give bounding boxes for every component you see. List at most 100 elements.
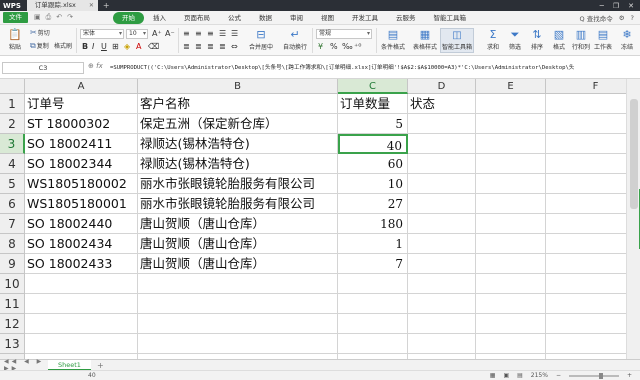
- freeze-button[interactable]: ❄ 冻结: [614, 28, 640, 51]
- cell-b9[interactable]: 唐山贺顺（唐山仓库）: [138, 254, 338, 274]
- page-layout-icon[interactable]: ▣: [503, 372, 509, 379]
- menu-cloud[interactable]: 云服务: [387, 12, 425, 24]
- row-header[interactable]: 13: [0, 334, 25, 354]
- menu-developer[interactable]: 开发工具: [343, 12, 387, 24]
- clear-format-icon[interactable]: ⌫: [148, 42, 159, 51]
- align-center-icon[interactable]: ≣: [195, 42, 202, 51]
- cell-b10[interactable]: [138, 274, 338, 294]
- align-left-text-icon[interactable]: ≣: [183, 42, 190, 51]
- border-icon[interactable]: ⊞: [112, 42, 119, 51]
- font-color-icon[interactable]: A: [136, 42, 141, 51]
- cell-c3[interactable]: 40: [338, 134, 408, 154]
- cell-e8[interactable]: [476, 234, 546, 254]
- cell-a10[interactable]: [25, 274, 138, 294]
- cell-c13[interactable]: [338, 334, 408, 354]
- align-top-icon[interactable]: ≡: [183, 29, 190, 38]
- help-icon[interactable]: ?: [631, 14, 634, 22]
- copy-button[interactable]: ⧉复制: [30, 41, 49, 51]
- wrap-text-button[interactable]: ↵ 自动换行: [280, 28, 310, 51]
- cell-a4[interactable]: SO 18002344: [25, 154, 138, 174]
- percent-icon[interactable]: %: [330, 42, 338, 51]
- cell-c10[interactable]: [338, 274, 408, 294]
- row-header[interactable]: 5: [0, 174, 25, 194]
- save-icon[interactable]: ▣: [34, 13, 41, 22]
- cell-e1[interactable]: [476, 94, 546, 114]
- wps-logo[interactable]: WPS: [0, 2, 27, 10]
- print-icon[interactable]: ⎙: [46, 13, 52, 22]
- file-menu-button[interactable]: 文件: [3, 12, 28, 23]
- zoom-level[interactable]: 215%: [531, 372, 548, 379]
- align-right-icon[interactable]: ☰: [231, 29, 238, 38]
- italic-icon[interactable]: I: [92, 42, 94, 51]
- minimize-icon[interactable]: ─: [600, 2, 604, 10]
- menu-insert[interactable]: 插入: [144, 12, 175, 24]
- cell-a5[interactable]: WS1805180002: [25, 174, 138, 194]
- column-header-d[interactable]: D: [408, 79, 476, 94]
- cell-e7[interactable]: [476, 214, 546, 234]
- cell-d9[interactable]: [408, 254, 476, 274]
- distribute-icon[interactable]: ⇔: [231, 42, 238, 51]
- scrollbar-thumb[interactable]: [630, 99, 638, 209]
- row-header[interactable]: 1: [0, 94, 25, 114]
- smart-tools-button[interactable]: ◫ 智能工具箱: [440, 28, 474, 53]
- cell-d1[interactable]: 状态: [408, 94, 476, 114]
- name-box[interactable]: C3: [2, 62, 84, 74]
- new-tab-button[interactable]: +: [98, 1, 115, 10]
- zoom-in-icon[interactable]: +: [627, 372, 632, 379]
- menu-page-layout[interactable]: 页面布局: [175, 12, 219, 24]
- zoom-formula-icon[interactable]: ⊕: [88, 62, 94, 70]
- currency-icon[interactable]: ¥: [318, 42, 323, 51]
- column-header-c[interactable]: C: [338, 79, 408, 94]
- cell-a13[interactable]: [25, 334, 138, 354]
- cell-b5[interactable]: 丽水市张眼镜轮胎服务有限公司: [138, 174, 338, 194]
- bold-icon[interactable]: B: [82, 42, 88, 51]
- cell-d10[interactable]: [408, 274, 476, 294]
- cell-b12[interactable]: [138, 314, 338, 334]
- cell-b13[interactable]: [138, 334, 338, 354]
- cell-e5[interactable]: [476, 174, 546, 194]
- cell-d6[interactable]: [408, 194, 476, 214]
- select-all-corner[interactable]: [0, 79, 25, 94]
- cell-b7[interactable]: 唐山贺顺（唐山仓库）: [138, 214, 338, 234]
- cell-e13[interactable]: [476, 334, 546, 354]
- cell-d11[interactable]: [408, 294, 476, 314]
- cell-d4[interactable]: [408, 154, 476, 174]
- menu-review[interactable]: 审阅: [281, 12, 312, 24]
- row-header[interactable]: 4: [0, 154, 25, 174]
- font-grow-icon[interactable]: A⁺: [152, 29, 162, 38]
- cell-e3[interactable]: [476, 134, 546, 154]
- cell-d5[interactable]: [408, 174, 476, 194]
- table-style-button[interactable]: ▦ 表格样式: [410, 28, 440, 51]
- align-left-icon[interactable]: ☰: [219, 29, 226, 38]
- cell-d7[interactable]: [408, 214, 476, 234]
- row-header[interactable]: 10: [0, 274, 25, 294]
- cell-a12[interactable]: [25, 314, 138, 334]
- vertical-scrollbar[interactable]: [626, 79, 640, 359]
- cell-c8[interactable]: 1: [338, 234, 408, 254]
- row-header[interactable]: 9: [0, 254, 25, 274]
- cell-d3[interactable]: [408, 134, 476, 154]
- cell-c12[interactable]: [338, 314, 408, 334]
- underline-icon[interactable]: U: [101, 42, 107, 51]
- font-shrink-icon[interactable]: A⁻: [165, 29, 175, 38]
- cell-b11[interactable]: [138, 294, 338, 314]
- cell-c1[interactable]: 订单数量: [338, 94, 408, 114]
- cell-c11[interactable]: [338, 294, 408, 314]
- row-header[interactable]: 11: [0, 294, 25, 314]
- normal-view-icon[interactable]: ▦: [490, 372, 496, 379]
- cell-e9[interactable]: [476, 254, 546, 274]
- row-header[interactable]: 6: [0, 194, 25, 214]
- cell-b2[interactable]: 保定五洲（保定新仓库）: [138, 114, 338, 134]
- page-break-icon[interactable]: ▤: [517, 372, 523, 379]
- cell-e10[interactable]: [476, 274, 546, 294]
- row-header[interactable]: 12: [0, 314, 25, 334]
- cell-a9[interactable]: SO 18002433: [25, 254, 138, 274]
- align-right-text-icon[interactable]: ≣: [207, 42, 214, 51]
- settings-icon[interactable]: ⚙: [619, 14, 625, 22]
- increase-decimal-icon[interactable]: ⁺⁰: [354, 42, 361, 51]
- menu-formulas[interactable]: 公式: [219, 12, 250, 24]
- document-tab[interactable]: 订单跟踪.xlsx ✕: [26, 0, 98, 11]
- zoom-slider[interactable]: [568, 372, 619, 379]
- cell-a2[interactable]: ST 18000302: [25, 114, 138, 134]
- cell-a3[interactable]: SO 18002411: [25, 134, 138, 154]
